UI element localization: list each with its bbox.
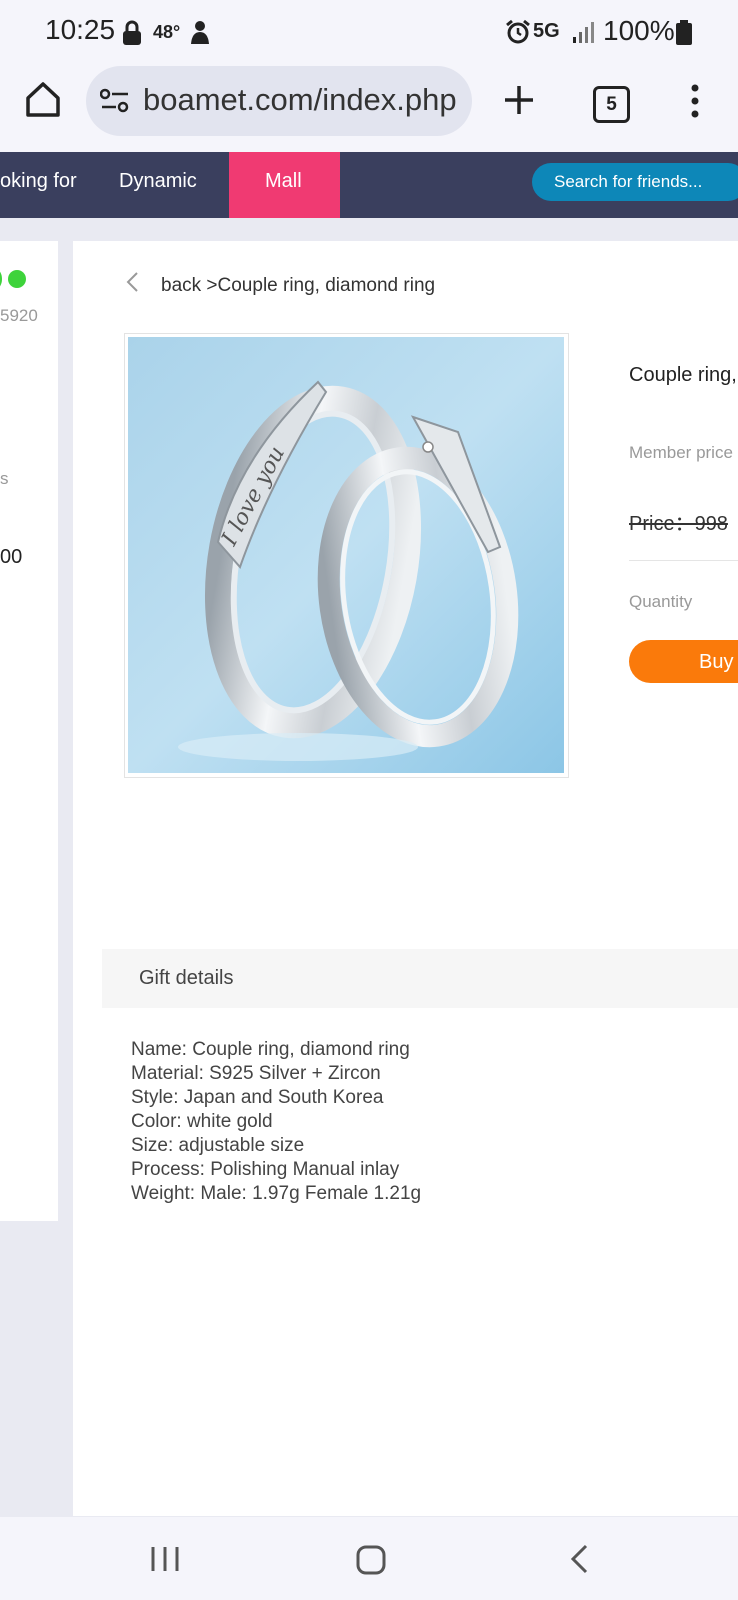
lock-icon [123,20,141,45]
original-price: Price：998 [629,513,728,535]
status-network: 5G [533,20,560,42]
detail-line: Style: Japan and South Korea [131,1087,384,1108]
nav-item-looking-for[interactable]: oking for [0,170,77,193]
buy-button[interactable]: Buy [629,640,738,683]
breadcrumb-current: Couple ring, diamond ring [217,275,436,296]
detail-line: Name: Couple ring, diamond ring [131,1039,410,1060]
member-price-label: Member price [629,443,733,462]
gift-details-list: Name: Couple ring, diamond ring Material… [131,1038,421,1206]
status-temperature: 48° [153,22,181,42]
nav-item-mall[interactable]: Mall [265,170,302,193]
detail-line: Process: Polishing Manual inlay [131,1159,400,1180]
product-image[interactable]: I love you [128,337,564,773]
search-input[interactable] [554,172,738,192]
breadcrumb: back >Couple ring, diamond ring [161,275,435,297]
user-icon [191,21,209,44]
left-number-fragment: 00 [0,546,23,568]
detail-line: Weight: Male: 1.97g Female 1.21g [131,1183,422,1204]
left-text-fragment: s [0,469,9,488]
divider [629,560,738,561]
system-back-icon[interactable] [568,1543,590,1575]
new-tab-icon[interactable] [503,84,535,116]
more-menu-icon[interactable] [688,84,702,118]
detail-line: Material: S925 Silver + Zircon [131,1063,381,1084]
quantity-label: Quantity [629,592,693,611]
alarm-icon [506,19,530,44]
nav-item-dynamic[interactable]: Dynamic [119,170,197,193]
gift-details-title: Gift details [139,967,234,989]
home-icon[interactable] [25,80,61,118]
search-box[interactable] [532,163,738,201]
buy-button-label: Buy [699,651,734,673]
back-chevron-icon[interactable] [125,271,139,293]
recent-apps-icon[interactable] [150,1545,180,1573]
site-settings-icon[interactable] [100,88,130,114]
detail-line: Size: adjustable size [131,1135,305,1156]
url-text[interactable]: boamet.com/index.php [143,82,463,118]
status-time: 10:25 [45,14,116,45]
detail-line: Color: white gold [131,1111,273,1132]
status-battery: 100% [603,15,675,46]
left-panel [0,241,58,1221]
back-link[interactable]: back > [161,275,218,296]
home-button-icon[interactable] [356,1545,386,1575]
battery-icon [676,20,692,45]
tab-switcher-icon[interactable]: 5 [593,86,630,123]
online-status-dot [8,270,26,288]
user-id-fragment: 5920 [0,306,38,325]
product-title: Couple ring, [629,364,737,386]
signal-icon [573,22,594,43]
